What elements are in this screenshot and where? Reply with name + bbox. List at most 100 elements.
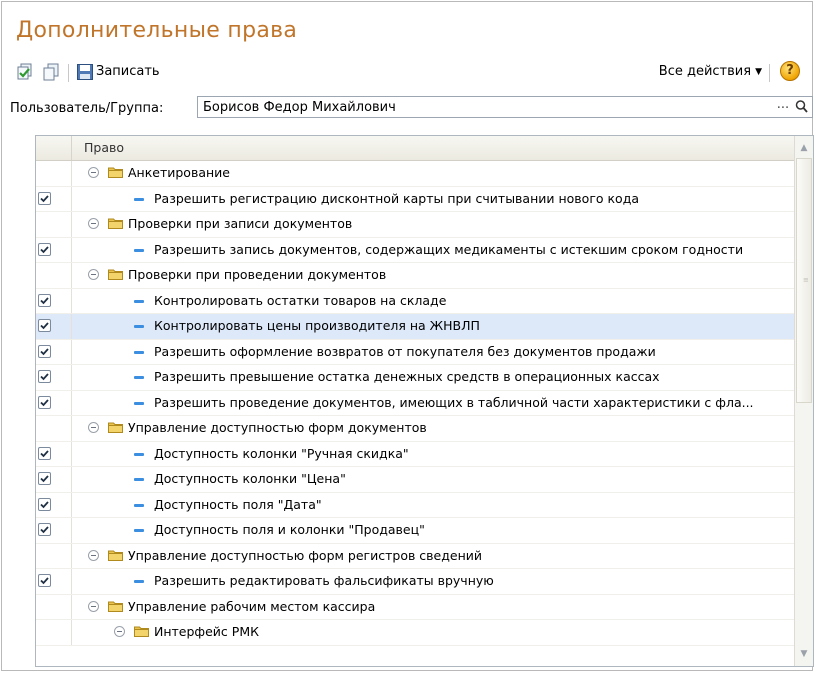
checkbox-icon[interactable] [38, 344, 51, 358]
search-icon[interactable] [794, 98, 810, 116]
rights-table: Право Анкетирование Разрешить регистрацию… [35, 135, 814, 667]
table-row[interactable]: Проверки при проведении документов [36, 263, 795, 289]
row-label: Доступность колонки "Цена" [154, 471, 346, 486]
scroll-thumb[interactable]: ≡ [796, 158, 812, 403]
table-row[interactable]: Проверки при записи документов [36, 212, 795, 238]
check-cell[interactable] [36, 314, 72, 339]
scroll-down-icon[interactable]: ▼ [795, 645, 813, 663]
check-cell[interactable] [36, 543, 72, 568]
folder-icon [108, 166, 123, 178]
item-marker-icon [134, 325, 144, 328]
row-label: Проверки при записи документов [128, 216, 353, 231]
checkbox-icon[interactable] [38, 191, 51, 205]
checkbox-icon[interactable] [38, 574, 51, 587]
check-cell[interactable] [36, 288, 72, 313]
chevron-down-icon: ▼ [755, 67, 762, 77]
table-row[interactable]: Разрешить оформление возвратов от покупа… [36, 339, 795, 365]
table-row[interactable]: Разрешить превышение остатка денежных ср… [36, 365, 795, 391]
check-cell[interactable] [36, 569, 72, 594]
checkbox-icon[interactable] [38, 446, 51, 460]
row-label: Проверки при проведении документов [128, 267, 387, 282]
table-row[interactable]: Разрешить редактировать фальсификаты вру… [36, 569, 795, 595]
vertical-scrollbar[interactable]: ▲ ≡ ▼ [794, 136, 813, 666]
check-cell[interactable] [36, 263, 72, 288]
check-cell[interactable] [36, 467, 72, 492]
user-group-input[interactable] [203, 99, 763, 115]
checkbox-icon[interactable] [38, 242, 51, 256]
checkbox-icon[interactable] [38, 395, 51, 409]
table-row[interactable]: Доступность поля и колонки "Продавец" [36, 518, 795, 544]
item-marker-icon [134, 478, 144, 481]
checkbox-icon[interactable] [38, 497, 51, 511]
all-actions-label: Все действия [658, 64, 752, 79]
save-icon[interactable] [76, 63, 94, 81]
save-button[interactable]: Записать [96, 64, 160, 79]
check-cell[interactable] [36, 186, 72, 211]
folder-icon [108, 421, 123, 433]
help-icon[interactable]: ? [780, 61, 800, 81]
check-cell[interactable] [36, 518, 72, 543]
folder-icon [134, 625, 149, 637]
item-marker-icon [134, 503, 144, 507]
copy-icon[interactable] [42, 63, 60, 81]
toolbar-separator [68, 64, 69, 82]
collapse-icon[interactable] [88, 269, 99, 280]
toolbar-separator [769, 64, 770, 82]
check-cell[interactable] [36, 492, 72, 517]
row-label: Интерфейс РМК [154, 624, 259, 639]
table-row[interactable]: Доступность колонки "Цена" [36, 467, 795, 493]
collapse-icon[interactable] [88, 549, 99, 561]
check-cell[interactable] [36, 212, 72, 237]
item-marker-icon [134, 248, 144, 252]
table-row[interactable]: Доступность колонки "Ручная скидка" [36, 441, 795, 467]
table-row[interactable]: Доступность поля "Дата" [36, 492, 795, 518]
check-cell[interactable] [36, 441, 72, 466]
collapse-icon[interactable] [88, 422, 99, 433]
scroll-up-icon[interactable]: ▲ [795, 139, 813, 157]
check-cell[interactable] [36, 594, 72, 619]
check-cell[interactable] [36, 237, 72, 262]
table-row[interactable]: Управление рабочим местом кассира [36, 594, 795, 620]
scroll-grip-icon: ≡ [803, 276, 809, 284]
collapse-icon[interactable] [88, 218, 99, 229]
table-body: Анкетирование Разрешить регистрацию диско… [36, 161, 795, 646]
item-marker-icon [134, 452, 144, 456]
check-cell[interactable] [36, 416, 72, 441]
table-header: Право [36, 136, 813, 161]
collapse-icon[interactable] [88, 167, 99, 178]
check-cell[interactable] [36, 365, 72, 390]
table-row[interactable]: Анкетирование [36, 161, 795, 187]
item-marker-icon [134, 376, 144, 379]
row-label: Разрешить превышение остатка денежных ср… [154, 369, 660, 384]
user-group-field[interactable]: ... [197, 96, 813, 118]
column-header-right[interactable]: Право [84, 140, 124, 155]
table-row[interactable]: Управление доступностью форм регистров с… [36, 543, 795, 569]
row-label: Контролировать цены производителя на ЖНВ… [154, 318, 480, 333]
table-row[interactable]: Разрешить запись документов, содержащих … [36, 237, 795, 263]
checkbox-icon[interactable] [38, 370, 51, 383]
table-row[interactable]: Интерфейс РМК [36, 620, 795, 646]
row-label: Разрешить запись документов, содержащих … [154, 241, 744, 257]
table-row[interactable]: Разрешить проведение документов, имеющих… [36, 390, 795, 416]
page-title: Дополнительные права [16, 18, 298, 43]
select-button[interactable]: ... [774, 98, 792, 116]
checkbox-icon[interactable] [38, 472, 51, 485]
collapse-icon[interactable] [114, 626, 125, 637]
collapse-icon[interactable] [88, 600, 99, 612]
table-row[interactable]: Контролировать цены производителя на ЖНВ… [36, 314, 795, 340]
check-cell[interactable] [36, 620, 72, 645]
checkbox-icon[interactable] [38, 523, 51, 536]
check-cell[interactable] [36, 161, 72, 186]
post-and-close-icon[interactable] [16, 63, 34, 81]
table-row[interactable]: Контролировать остатки товаров на складе [36, 288, 795, 314]
checkbox-icon[interactable] [38, 319, 51, 332]
checkbox-icon[interactable] [38, 293, 51, 307]
check-cell[interactable] [36, 339, 72, 364]
row-label: Контролировать остатки товаров на складе [154, 292, 447, 308]
table-row[interactable]: Управление доступностью форм документов [36, 416, 795, 442]
item-marker-icon [134, 401, 144, 405]
check-cell[interactable] [36, 390, 72, 415]
table-row[interactable]: Разрешить регистрацию дисконтной карты п… [36, 186, 795, 212]
folder-icon [108, 268, 123, 280]
all-actions-menu[interactable]: Все действия ▼ [659, 64, 762, 79]
